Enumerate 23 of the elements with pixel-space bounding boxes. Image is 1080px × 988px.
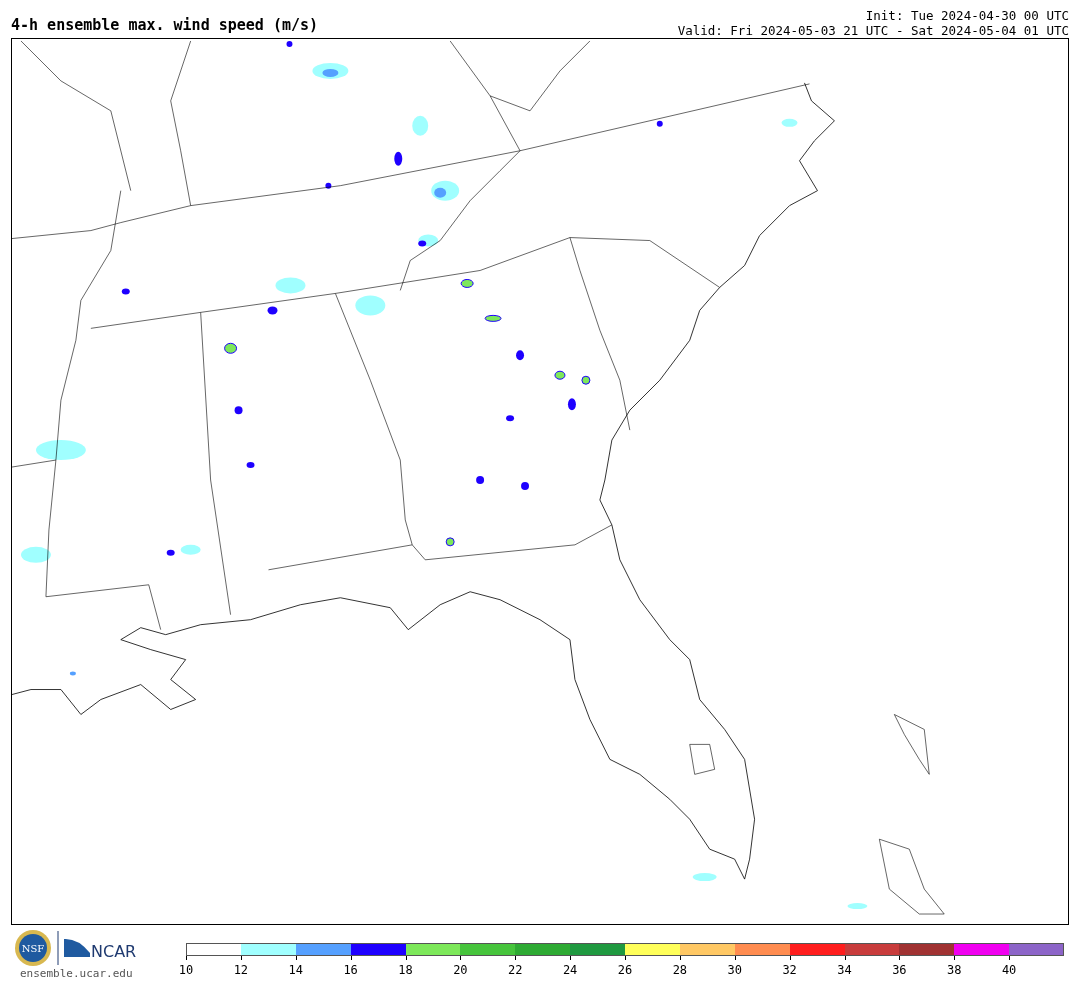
valid-time: Valid: Fri 2024-05-03 21 UTC - Sat 2024-05-04 01 UTC xyxy=(677,23,1069,38)
site-url: ensemble.ucar.edu xyxy=(20,967,133,980)
scale-tick-label: 20 xyxy=(453,963,468,977)
scale-tick-label: 14 xyxy=(288,963,303,977)
divider-line-icon xyxy=(56,931,60,965)
map-title: 4-h ensemble max. wind speed (m/s) xyxy=(11,16,319,36)
scale-tick-label: 28 xyxy=(672,963,688,977)
nsf-logo: NSF xyxy=(14,929,52,967)
scale-tick-label: 34 xyxy=(837,963,852,977)
scale-tick-label: 26 xyxy=(617,963,633,977)
scale-tick-label: 24 xyxy=(562,963,578,977)
scale-tick-label: 16 xyxy=(343,963,358,977)
scale-tick-label: 36 xyxy=(892,963,907,977)
scale-tick-label: 30 xyxy=(727,963,742,977)
scale-tick-label: 40 xyxy=(1001,963,1017,977)
init-time: Init: Tue 2024-04-30 00 UTC xyxy=(865,8,1069,23)
ncar-logo: NCAR xyxy=(64,935,140,961)
scale-tick-label: 32 xyxy=(782,963,797,977)
scale-tick-label: 18 xyxy=(398,963,413,977)
scale-tick-label: 22 xyxy=(508,963,523,977)
scale-tick-label: 10 xyxy=(178,963,194,977)
scale-tick-label: 12 xyxy=(233,963,249,977)
scale-tick-label: 38 xyxy=(947,963,962,977)
